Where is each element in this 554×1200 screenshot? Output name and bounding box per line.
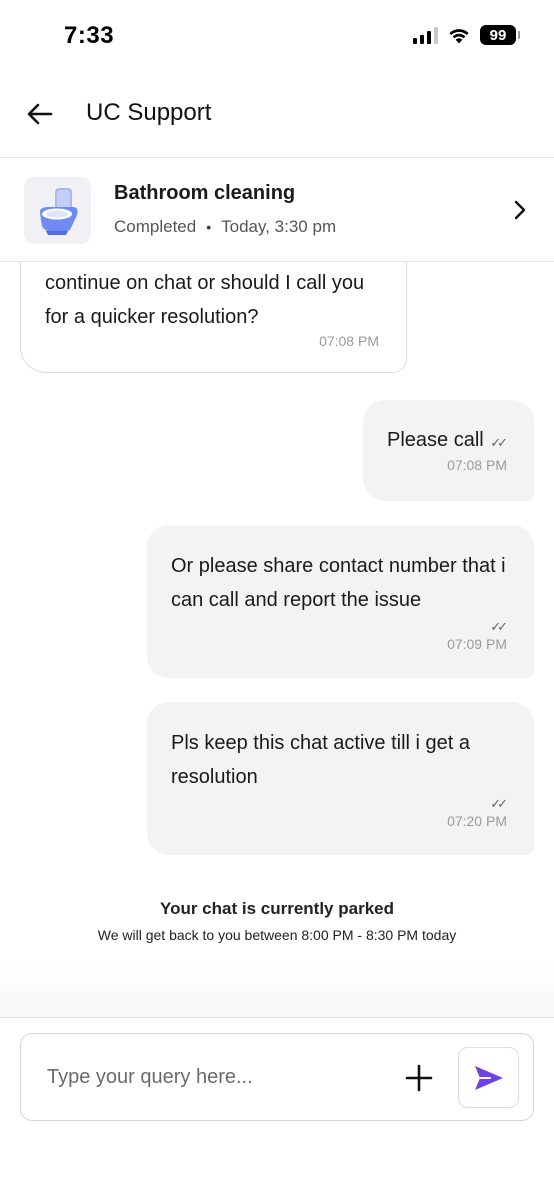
composer-box xyxy=(20,1033,534,1121)
arrow-left-icon xyxy=(27,103,53,125)
message-time: 07:08 PM xyxy=(447,457,507,473)
query-input[interactable] xyxy=(47,1060,377,1094)
double-check-icon: ✓✓ xyxy=(490,435,508,450)
toilet-icon xyxy=(39,187,78,235)
battery-icon: 99 xyxy=(480,25,520,45)
outgoing-message: Or please share contact number that i ca… xyxy=(147,525,534,678)
outgoing-message: Pls keep this chat active till i get a r… xyxy=(147,702,534,855)
booking-meta: Completed • Today, 3:30 pm xyxy=(114,217,336,237)
send-icon xyxy=(474,1065,503,1090)
status-time: 7:33 xyxy=(64,22,115,49)
message-time: 07:20 PM xyxy=(447,813,507,829)
booking-datetime: Today, 3:30 pm xyxy=(221,217,337,236)
double-check-icon: ✓✓ xyxy=(490,796,508,811)
chevron-right-icon xyxy=(510,198,530,222)
booking-status: Completed xyxy=(114,217,197,236)
battery-level: 99 xyxy=(489,26,507,44)
app-header: UC Support xyxy=(0,72,554,158)
message-text: Pls keep this chat active till i get a r… xyxy=(171,732,471,788)
booking-thumbnail xyxy=(24,177,91,244)
parked-title: Your chat is currently parked xyxy=(160,899,394,918)
cellular-signal-icon xyxy=(413,26,438,44)
outgoing-message: Please call ✓✓ 07:08 PM xyxy=(363,400,534,501)
double-check-icon: ✓✓ xyxy=(490,619,508,634)
chat-thread[interactable]: continue on chat or should I call you fo… xyxy=(0,262,554,1017)
message-composer xyxy=(0,1017,554,1200)
message-time: 07:08 PM xyxy=(319,333,379,349)
separator-dot: • xyxy=(206,219,212,235)
message-text: Or please share contact number that i ca… xyxy=(171,555,506,611)
send-button[interactable] xyxy=(458,1047,519,1108)
status-icons: 99 xyxy=(413,25,520,45)
parked-subtitle: We will get back to you between 8:00 PM … xyxy=(97,927,457,943)
message-text: Please call xyxy=(387,429,484,451)
back-button[interactable] xyxy=(24,98,56,130)
parked-notice: Your chat is currently parked We will ge… xyxy=(0,899,554,943)
booking-card[interactable]: Bathroom cleaning Completed • Today, 3:3… xyxy=(0,158,554,262)
page-title: UC Support xyxy=(86,99,212,126)
status-bar: 7:33 99 xyxy=(0,0,554,72)
booking-title: Bathroom cleaning xyxy=(114,182,296,204)
composer-shadow xyxy=(0,960,554,1017)
wifi-icon xyxy=(449,29,469,44)
plus-icon xyxy=(405,1064,433,1092)
message-time: 07:09 PM xyxy=(447,636,507,652)
add-attachment-button[interactable] xyxy=(401,1060,437,1096)
incoming-message: continue on chat or should I call you fo… xyxy=(20,262,407,373)
message-text: continue on chat or should I call you fo… xyxy=(45,272,365,328)
